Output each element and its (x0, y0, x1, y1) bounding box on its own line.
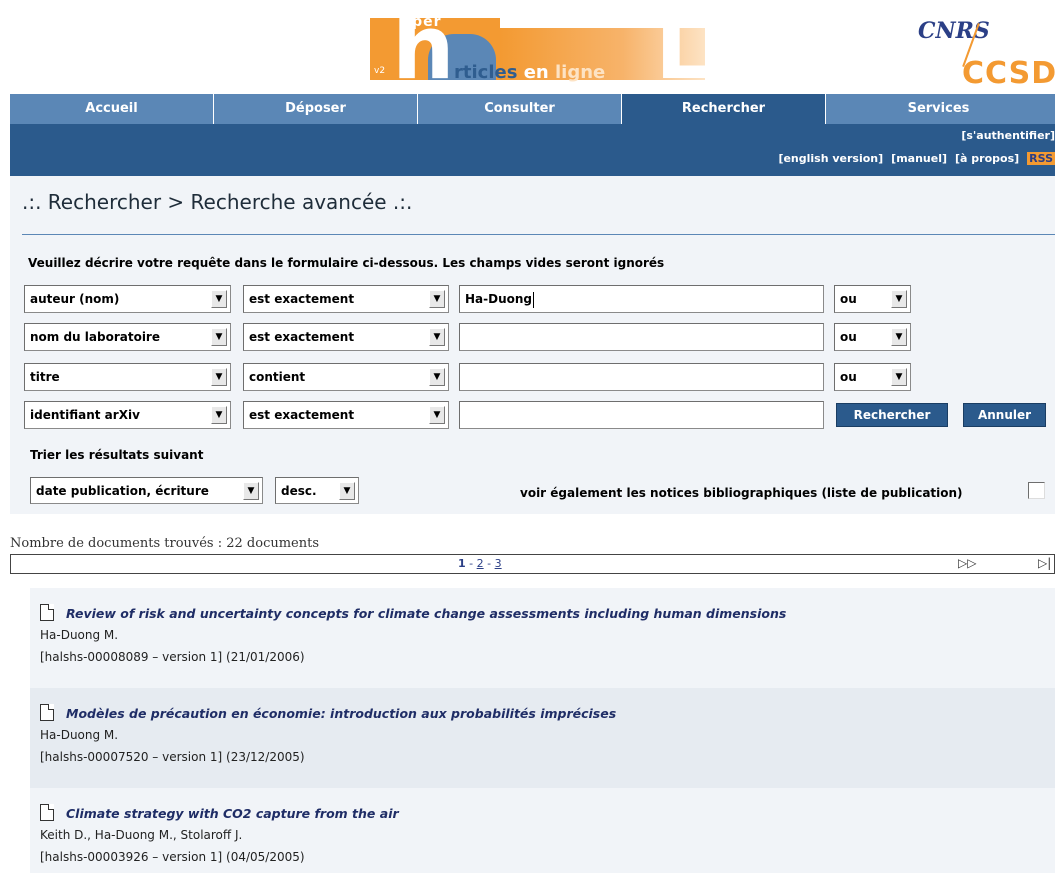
conjunction-select-1[interactable]: ou ▼ (834, 285, 911, 313)
result-meta: [halshs-00008089 – version 1] (21/01/200… (40, 650, 305, 664)
document-icon (40, 604, 54, 621)
main-nav: Accueil Déposer Consulter Rechercher Ser… (10, 94, 1055, 124)
chevron-down-icon: ▼ (211, 368, 227, 386)
nav-services[interactable]: Services (826, 94, 1051, 124)
nav-rechercher[interactable]: Rechercher (622, 94, 826, 124)
chevron-down-icon: ▼ (891, 328, 907, 346)
operator-select-1[interactable]: est exactement ▼ (243, 285, 449, 313)
cnrs-ccsd-logo[interactable]: CNRS CCSD (912, 18, 1055, 92)
operator-select-3[interactable]: contient ▼ (243, 363, 449, 391)
pagination-bar: 1 - 2 - 3 ▷▷ ▷| (10, 554, 1055, 574)
sub-bar: [s'authentifier] [english version] [manu… (10, 124, 1055, 176)
utility-links: [english version] [manuel] [à propos] RS… (778, 152, 1055, 165)
hal-logo[interactable]: h yper v2 L rticles en ligne (370, 4, 711, 92)
field-select-1[interactable]: auteur (nom) ▼ (24, 285, 231, 313)
value-input-2[interactable] (459, 323, 824, 351)
sort-order-select[interactable]: desc. ▼ (275, 477, 359, 504)
result-meta: [halshs-00007520 – version 1] (23/12/200… (40, 750, 305, 764)
english-version-link[interactable]: [english version] (778, 152, 883, 165)
result-item: Modèles de précaution en économie: intro… (30, 688, 1055, 788)
about-link[interactable]: [à propos] (955, 152, 1019, 165)
page-title: .:. Rechercher > Recherche avancée .:. (22, 190, 413, 214)
chevron-down-icon: ▼ (429, 406, 445, 424)
conjunction-select-2[interactable]: ou ▼ (834, 323, 911, 351)
result-meta: [halshs-00003926 – version 1] (04/05/200… (40, 850, 305, 864)
page-current: 1 (458, 557, 466, 570)
header: h yper v2 L rticles en ligne CNRS CCSD (0, 0, 1055, 92)
ccsd-logo-text: CCSD (962, 56, 1055, 91)
page-separator: - (487, 557, 492, 570)
form-instructions: Veuillez décrire votre requête dans le f… (28, 256, 665, 270)
hal-logo-l: L (655, 0, 712, 99)
chevron-down-icon: ▼ (339, 482, 355, 500)
cancel-button[interactable]: Annuler (963, 403, 1046, 427)
chevron-down-icon: ▼ (429, 290, 445, 308)
chevron-down-icon: ▼ (891, 368, 907, 386)
chevron-down-icon: ▼ (243, 482, 259, 500)
result-count: Nombre de documents trouvés : 22 documen… (10, 536, 320, 551)
page-3-link[interactable]: 3 (495, 557, 502, 570)
manual-link[interactable]: [manuel] (891, 152, 947, 165)
operator-select-4[interactable]: est exactement ▼ (243, 401, 449, 429)
last-page-icon[interactable]: ▷| (1038, 556, 1051, 570)
page-2-link[interactable]: 2 (477, 557, 484, 570)
nav-deposer[interactable]: Déposer (214, 94, 418, 124)
sort-label: Trier les résultats suivant (30, 448, 204, 462)
result-title-link[interactable]: Climate strategy with CO2 capture from t… (66, 806, 399, 821)
chevron-down-icon: ▼ (211, 290, 227, 308)
chevron-down-icon: ▼ (429, 368, 445, 386)
text-caret (533, 291, 535, 308)
next-page-icon[interactable]: ▷▷ (958, 556, 976, 570)
document-icon (40, 704, 54, 721)
field-select-2[interactable]: nom du laboratoire ▼ (24, 323, 231, 351)
result-title-link[interactable]: Modèles de précaution en économie: intro… (66, 706, 616, 721)
hal-logo-articles: rticles en ligne (454, 62, 606, 83)
chevron-down-icon: ▼ (429, 328, 445, 346)
login-link[interactable]: [s'authentifier] (961, 129, 1055, 142)
nav-accueil[interactable]: Accueil (10, 94, 214, 124)
chevron-down-icon: ▼ (211, 406, 227, 424)
search-button[interactable]: Rechercher (836, 403, 948, 427)
hal-logo-yper: yper (402, 14, 442, 30)
result-title-link[interactable]: Review of risk and uncertainty concepts … (66, 606, 786, 621)
conjunction-select-3[interactable]: ou ▼ (834, 363, 911, 391)
value-input-3[interactable] (459, 363, 824, 391)
sort-by-select[interactable]: date publication, écriture ▼ (30, 477, 263, 504)
main-content: .:. Rechercher > Recherche avancée .:. V… (10, 176, 1055, 873)
cnrs-logo-text: CNRS (918, 18, 990, 44)
field-select-4[interactable]: identifiant arXiv ▼ (24, 401, 231, 429)
results-area: Nombre de documents trouvés : 22 documen… (10, 514, 1055, 873)
result-authors: Ha-Duong M. (40, 728, 119, 742)
value-input-1[interactable]: Ha-Duong (459, 285, 824, 313)
result-item: Climate strategy with CO2 capture from t… (30, 788, 1055, 873)
field-select-3[interactable]: titre ▼ (24, 363, 231, 391)
result-item: Review of risk and uncertainty concepts … (30, 588, 1055, 688)
hal-logo-version: v2 (374, 66, 386, 76)
result-authors: Ha-Duong M. (40, 628, 119, 642)
chevron-down-icon: ▼ (211, 328, 227, 346)
biblio-checkbox[interactable] (1028, 482, 1045, 499)
title-divider (22, 234, 1055, 235)
result-authors: Keith D., Ha-Duong M., Stolaroff J. (40, 828, 243, 842)
rss-icon[interactable]: RSS (1027, 152, 1055, 165)
document-icon (40, 804, 54, 821)
value-input-4[interactable] (459, 401, 824, 429)
operator-select-2[interactable]: est exactement ▼ (243, 323, 449, 351)
nav-consulter[interactable]: Consulter (418, 94, 622, 124)
biblio-checkbox-label: voir également les notices bibliographiq… (520, 486, 963, 500)
page-separator: - (469, 557, 474, 570)
page-links: 1 - 2 - 3 (458, 557, 502, 570)
chevron-down-icon: ▼ (891, 290, 907, 308)
